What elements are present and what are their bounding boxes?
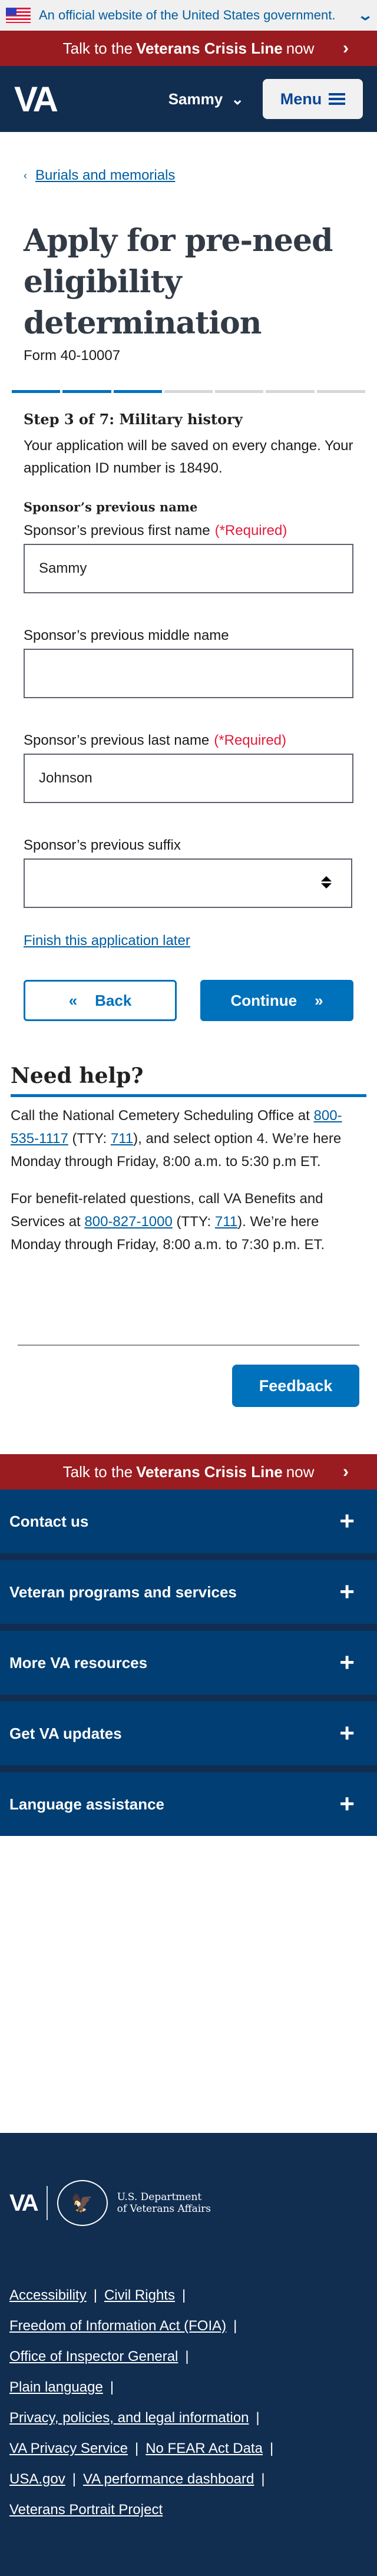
double-chevron-right-icon: » <box>315 991 323 1009</box>
footer-link[interactable]: Office of Inspector General <box>9 2349 178 2364</box>
link-separator: | <box>185 2349 189 2364</box>
footer-link[interactable]: USA.gov <box>9 2471 65 2487</box>
progress-segment <box>113 390 162 393</box>
last-name-input[interactable] <box>24 754 353 803</box>
middle-name-input[interactable] <box>24 649 353 698</box>
chevron-right-icon: › <box>343 1462 349 1481</box>
link-separator: | <box>256 2410 260 2426</box>
chevron-down-icon[interactable]: ⌄ <box>357 7 373 24</box>
menu-label: Menu <box>280 90 322 108</box>
progress-segment <box>12 390 61 393</box>
footer-link[interactable]: Freedom of Information Act (FOIA) <box>9 2318 226 2334</box>
link-separator: | <box>72 2471 76 2487</box>
chevron-down-icon: ⌄ <box>231 90 244 108</box>
user-menu[interactable]: Sammy ⌄ <box>168 90 244 108</box>
link-separator: | <box>261 2471 265 2487</box>
link-separator: | <box>269 2440 274 2456</box>
accordion-item[interactable]: Get VA updates + <box>0 1702 377 1765</box>
gov-banner-text: An official website of the United States… <box>39 8 336 22</box>
intro-text: Your application will be saved on every … <box>24 438 353 476</box>
plus-icon: + <box>339 1648 355 1677</box>
form-number: Form 40-10007 <box>24 348 121 364</box>
plus-icon: + <box>339 1577 355 1606</box>
crisis-post: now <box>286 39 315 57</box>
help-paragraph: Call the National Cemetery Scheduling Of… <box>11 1108 342 1170</box>
need-help-section: Need help? Call the National Cemetery Sc… <box>0 1064 377 1256</box>
link-separator: | <box>110 2379 114 2395</box>
step-title: Step 3 of 7: Military history <box>24 411 243 428</box>
link-separator: | <box>134 2440 139 2456</box>
first-name-input[interactable] <box>24 544 353 593</box>
link-separator: | <box>93 2287 97 2303</box>
accordion-item[interactable]: Veteran programs and services + <box>0 1560 377 1624</box>
progress-segment <box>266 390 315 393</box>
footer-link[interactable]: Privacy, policies, and legal information <box>9 2410 249 2426</box>
first-name-label: Sponsor’s previous first name (*Required) <box>24 523 287 539</box>
footer-link[interactable]: VA Privacy Service <box>9 2440 128 2456</box>
va-seal-icon: 🦅 <box>57 2180 108 2226</box>
gov-banner[interactable]: An official website of the United States… <box>0 0 377 31</box>
accordion-item[interactable]: More VA resources + <box>0 1631 377 1695</box>
link-separator: | <box>233 2318 237 2334</box>
tty-link[interactable]: 711 <box>215 1214 237 1230</box>
site-header: VA Sammy ⌄ Menu <box>0 66 377 132</box>
footer-link[interactable]: Veterans Portrait Project <box>9 2502 163 2518</box>
continue-button[interactable]: Continue» <box>200 980 353 1021</box>
progress-segment <box>62 390 111 393</box>
breadcrumb-link[interactable]: Burials and memorials <box>35 167 175 184</box>
progress-segment <box>164 390 213 393</box>
divider <box>18 1345 359 1346</box>
footer-link[interactable]: Plain language <box>9 2379 103 2395</box>
accordion-item[interactable]: Language assistance + <box>0 1772 377 1836</box>
va-logo[interactable]: VA <box>14 79 58 120</box>
menu-button[interactable]: Menu <box>263 79 363 119</box>
finish-later-link[interactable]: Finish this application later <box>24 933 353 949</box>
plus-icon: + <box>339 1789 355 1818</box>
link-separator: | <box>181 2287 186 2303</box>
user-name: Sammy <box>168 90 223 108</box>
footer-link[interactable]: VA performance dashboard <box>83 2471 254 2487</box>
tty-link[interactable]: 711 <box>111 1131 133 1147</box>
suffix-select[interactable] <box>24 858 352 908</box>
accordion-item[interactable]: Contact us + <box>0 1490 377 1553</box>
progress-segment <box>316 390 365 393</box>
footer: VA 🦅 U.S. Department of Veterans Affairs … <box>0 2133 377 2576</box>
us-flag-icon <box>6 8 31 23</box>
footer-accordion: Contact us + Veteran programs and services… <box>0 1490 377 1836</box>
chevron-right-icon: › <box>343 38 349 58</box>
crisis-line-banner-footer[interactable]: Talk to the Veterans Crisis Line now › <box>0 1454 377 1490</box>
back-button[interactable]: «Back <box>24 980 177 1021</box>
crisis-bold: Veterans Crisis Line <box>136 39 283 57</box>
plus-icon: + <box>339 1507 355 1535</box>
phone-link[interactable]: 800-827-1000 <box>84 1214 172 1230</box>
breadcrumb: ‹ Burials and memorials <box>24 167 353 184</box>
double-chevron-left-icon: « <box>68 991 78 1009</box>
progress-bar <box>12 390 365 393</box>
chevron-left-icon: ‹ <box>24 169 27 181</box>
middle-name-label: Sponsor’s previous middle name <box>24 628 229 643</box>
footer-links: Accessibility | Civil Rights | Freedom of In… <box>9 2280 368 2525</box>
va-footer-logo[interactable]: VA 🦅 U.S. Department of Veterans Affairs <box>9 2180 368 2226</box>
section-title: Sponsor’s previous name <box>24 500 198 514</box>
feedback-button[interactable]: Feedback <box>232 1365 359 1407</box>
help-paragraph: For benefit-related questions, call VA B… <box>11 1191 325 1253</box>
hamburger-icon <box>329 93 346 105</box>
need-help-title: Need help? <box>11 1064 366 1097</box>
page-title: Apply for pre-need eligibility determina… <box>24 223 333 341</box>
plus-icon: + <box>339 1719 355 1748</box>
footer-link[interactable]: Civil Rights <box>104 2287 175 2303</box>
footer-link[interactable]: Accessibility <box>9 2287 87 2303</box>
footer-link[interactable]: No FEAR Act Data <box>145 2440 263 2456</box>
crisis-line-banner[interactable]: Talk to the Veterans Crisis Line now › <box>0 31 377 66</box>
last-name-label: Sponsor’s previous last name (*Required) <box>24 732 286 748</box>
progress-segment <box>215 390 264 393</box>
suffix-label: Sponsor’s previous suffix <box>24 837 181 853</box>
crisis-pre: Talk to the <box>62 39 133 57</box>
